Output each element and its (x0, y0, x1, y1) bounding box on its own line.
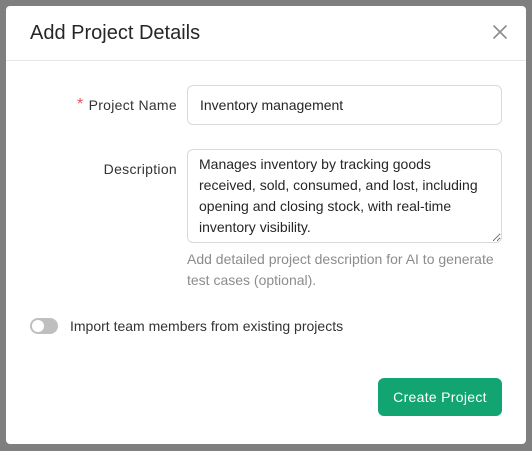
close-icon (493, 25, 507, 39)
add-project-modal: Add Project Details * Project Name Descr… (6, 6, 526, 444)
modal-header: Add Project Details (6, 6, 526, 61)
project-name-label: * Project Name (77, 96, 177, 114)
project-name-label-text: Project Name (88, 97, 177, 113)
create-project-button[interactable]: Create Project (378, 378, 502, 416)
description-textarea[interactable]: Manages inventory by tracking goods rece… (187, 149, 502, 243)
import-members-label: Import team members from existing projec… (70, 318, 344, 334)
modal-title: Add Project Details (30, 22, 201, 44)
description-label: Description (103, 161, 177, 177)
import-members-toggle[interactable] (30, 318, 58, 334)
description-help-text: Add detailed project description for AI … (187, 251, 494, 288)
close-button[interactable] (490, 22, 510, 42)
project-name-input[interactable] (187, 85, 502, 125)
toggle-knob (32, 320, 44, 332)
required-mark: * (77, 96, 84, 113)
